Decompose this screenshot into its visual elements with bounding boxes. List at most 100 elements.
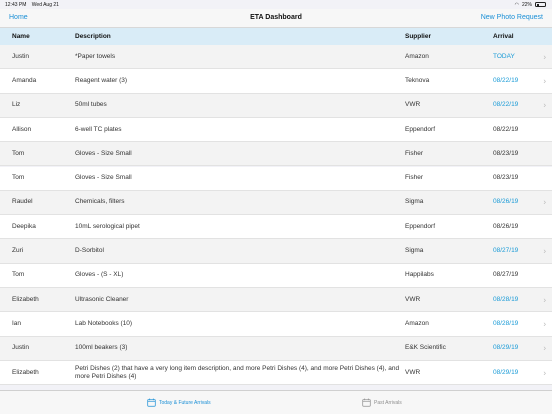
row-description: 6-well TC plates (75, 125, 122, 133)
row-description: 50ml tubes (75, 101, 107, 109)
row-description: Chemicals, filters (75, 198, 125, 206)
row-description: D-Sorbitol (75, 247, 104, 255)
chevron-right-icon: › (543, 295, 546, 305)
row-supplier: Sigma (405, 247, 424, 255)
chevron-right-icon: › (543, 76, 546, 86)
chevron-right-icon: › (543, 343, 546, 353)
table-row[interactable]: Justin 100ml beakers (3) E&K Scientific 08/… (0, 336, 552, 361)
table-row: Tom Gloves - (S - XL) Happilabs 08/27/19 (0, 263, 552, 288)
chevron-right-icon: › (543, 246, 546, 256)
row-arrival: 08/22/19 (493, 125, 519, 133)
tab-label: Today & Future Arrivals (159, 399, 211, 406)
row-arrival: 08/23/19 (493, 149, 519, 157)
row-name: Deepika (12, 222, 36, 230)
tab-today-future-arrivals[interactable]: Today & Future Arrivals (147, 398, 211, 407)
row-name: Justin (12, 52, 29, 60)
arrivals-table[interactable]: Justin *Paper towels Amazon TODAY › Amanda Rea… (0, 45, 552, 387)
row-supplier: Eppendorf (405, 125, 435, 133)
calendar-icon (147, 398, 156, 407)
status-date: Wed Aug 21 (31, 1, 59, 8)
table-row[interactable]: Amanda Reagent water (3) Teknova 08/22/19 › (0, 69, 552, 94)
tab-label: Past Arrivals (374, 399, 402, 406)
chevron-right-icon: › (543, 197, 546, 207)
battery-icon (535, 2, 546, 7)
table-row[interactable]: Zuri D-Sorbitol Sigma 08/27/19 › (0, 239, 552, 264)
row-description: Lab Notebooks (10) (75, 319, 133, 327)
row-supplier: Teknova (405, 76, 430, 84)
row-name: Ian (12, 319, 22, 327)
row-arrival: TODAY (493, 52, 515, 60)
table-row[interactable]: Elizabeth Ultrasonic Cleaner VWR 08/28/19 › (0, 288, 552, 313)
table-row: Tom Gloves - Size Small Fisher 08/23/19 (0, 166, 552, 191)
row-arrival: 08/26/19 (493, 198, 519, 206)
row-arrival: 08/27/19 (493, 247, 519, 255)
chevron-right-icon: › (543, 368, 546, 378)
row-description: Petri Dishes (2) that have a very long i… (75, 364, 400, 380)
row-description: 10mL serological pipet (75, 222, 140, 230)
row-arrival: 08/27/19 (493, 271, 519, 279)
status-time: 12:43 PM (5, 1, 27, 8)
row-description: *Paper towels (75, 52, 116, 60)
row-description: Gloves - (S - XL) (75, 271, 124, 279)
row-name: Raudel (12, 198, 33, 206)
row-arrival: 08/29/19 (493, 344, 519, 352)
row-supplier: E&K Scientific (405, 344, 446, 352)
table-row[interactable]: Raudel Chemicals, filters Sigma 08/26/19 › (0, 190, 552, 216)
row-arrival: 08/28/19 (493, 319, 519, 327)
new-photo-request-button[interactable]: New Photo Request (481, 14, 543, 21)
wifi-icon: ◠ (514, 1, 519, 8)
row-supplier: Amazon (405, 319, 429, 327)
table-row[interactable]: Ian Lab Notebooks (10) Amazon 08/28/19 › (0, 312, 552, 337)
row-name: Elizabeth (12, 368, 39, 376)
table-row: Allison 6-well TC plates Eppendorf 08/22/19 (0, 117, 552, 143)
row-name: Liz (12, 101, 21, 109)
table-row: Tom Gloves - Size Small Fisher 08/23/19 (0, 142, 552, 167)
row-supplier: VWR (405, 101, 421, 109)
status-left: 12:43 PM Wed Aug 21 (5, 2, 63, 8)
navigation-bar: Home ETA Dashboard New Photo Request (0, 9, 552, 28)
row-arrival: 08/22/19 (493, 76, 519, 84)
row-supplier: VWR (405, 368, 421, 376)
status-bar: 12:43 PM Wed Aug 21 ◠ 22% (0, 0, 552, 9)
row-name: Allison (12, 125, 32, 133)
page-title: ETA Dashboard (250, 14, 302, 21)
row-name: Amanda (12, 76, 37, 84)
chevron-right-icon: › (543, 319, 546, 329)
row-arrival: 08/22/19 (493, 101, 519, 109)
row-name: Tom (12, 174, 25, 182)
column-header-arrival: Arrival (493, 33, 514, 40)
row-name: Tom (12, 149, 25, 157)
battery-percent: 22% (521, 1, 532, 8)
column-header-name: Name (12, 33, 30, 40)
row-supplier: VWR (405, 295, 421, 303)
row-name: Justin (12, 344, 29, 352)
row-supplier: Eppendorf (405, 222, 435, 230)
row-arrival: 08/28/19 (493, 295, 519, 303)
row-arrival: 08/29/19 (493, 368, 519, 376)
row-description: 100ml beakers (3) (75, 344, 128, 352)
row-description: Gloves - Size Small (75, 174, 132, 182)
row-supplier: Fisher (405, 174, 424, 182)
row-description: Reagent water (3) (75, 76, 128, 84)
row-description: Ultrasonic Cleaner (75, 295, 129, 303)
tab-past-arrivals[interactable]: Past Arrivals (362, 398, 402, 407)
row-arrival: 08/23/19 (493, 174, 519, 182)
chevron-right-icon: › (543, 100, 546, 110)
chevron-right-icon: › (543, 52, 546, 62)
row-name: Zuri (12, 247, 24, 255)
column-header-supplier: Supplier (405, 33, 432, 40)
table-header: Name Description Supplier Arrival (0, 28, 552, 45)
row-description: Gloves - Size Small (75, 149, 132, 157)
row-supplier: Amazon (405, 52, 429, 60)
row-name: Elizabeth (12, 295, 39, 303)
calendar-icon (362, 398, 371, 407)
table-row[interactable]: Liz 50ml tubes VWR 08/22/19 › (0, 93, 552, 118)
table-row[interactable]: Justin *Paper towels Amazon TODAY › (0, 45, 552, 70)
row-supplier: Fisher (405, 149, 424, 157)
tab-bar: Today & Future Arrivals Past Arrivals (0, 390, 552, 414)
column-header-description: Description (75, 33, 111, 40)
row-supplier: Happilabs (405, 271, 434, 279)
row-name: Tom (12, 271, 25, 279)
row-supplier: Sigma (405, 198, 424, 206)
table-row[interactable]: Elizabeth Petri Dishes (2) that have a ve… (0, 360, 552, 386)
